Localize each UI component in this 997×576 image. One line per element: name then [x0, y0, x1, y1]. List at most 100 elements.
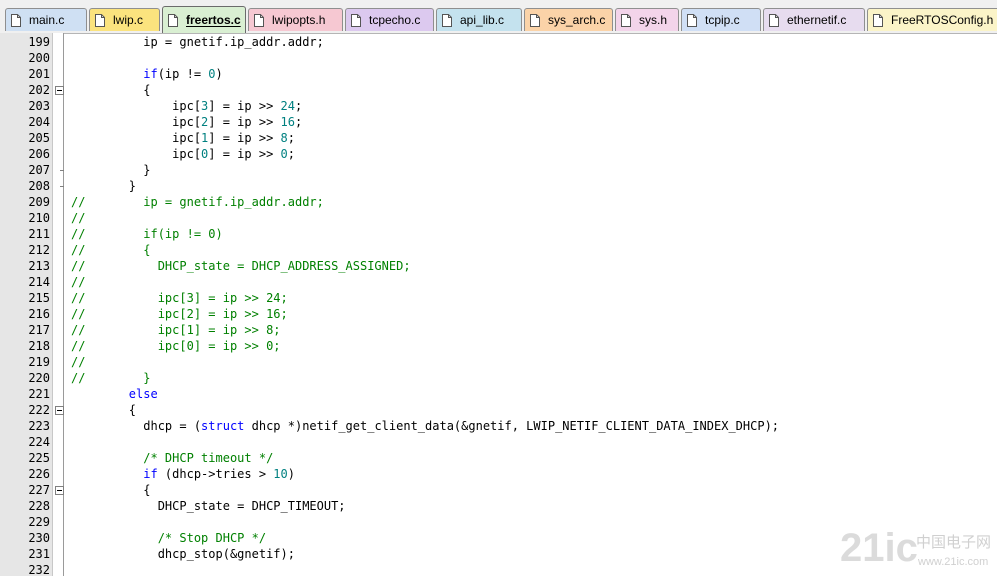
- tab-sys-arch-c[interactable]: sys_arch.c: [524, 8, 613, 31]
- code-line[interactable]: ipc[0] = ip >> 0;: [71, 146, 295, 162]
- line-number: 208: [28, 179, 50, 193]
- code-token: ] = ip >>: [208, 115, 281, 129]
- line-number: 199: [28, 35, 50, 49]
- h-file-icon: [254, 13, 264, 27]
- code-line[interactable]: // ipc[0] = ip >> 0;: [71, 338, 281, 354]
- code-line[interactable]: // DHCP_state = DHCP_ADDRESS_ASSIGNED;: [71, 258, 411, 274]
- code-line[interactable]: ipc[1] = ip >> 8;: [71, 130, 295, 146]
- code-token: {: [71, 83, 151, 97]
- c-file-icon: [530, 13, 540, 27]
- fold-end-marker: [60, 186, 64, 187]
- line-number: 210: [28, 211, 50, 225]
- code-token: dhcp_stop(&gnetif);: [71, 547, 295, 561]
- line-number: 232: [28, 563, 50, 576]
- code-token: dhcp *)netif_get_client_data(&gnetif, LW…: [244, 419, 780, 433]
- code-token: ip = gnetif.ip_addr.addr;: [71, 35, 324, 49]
- code-token: DHCP_state = DHCP_TIMEOUT;: [71, 499, 346, 513]
- tab-label: freertos.c: [186, 13, 241, 27]
- code-token: }: [71, 179, 137, 193]
- number-token: 0: [208, 67, 216, 81]
- code-line[interactable]: ipc[2] = ip >> 16;: [71, 114, 302, 130]
- code-token: ipc[: [71, 147, 202, 161]
- line-number: 217: [28, 323, 50, 337]
- code-token: ] = ip >>: [208, 131, 281, 145]
- code-token: ipc[: [71, 131, 202, 145]
- tab-label: FreeRTOSConfig.h: [891, 13, 994, 27]
- line-number: 207: [28, 163, 50, 177]
- code-line[interactable]: }: [71, 178, 136, 194]
- code-line[interactable]: /* Stop DHCP */: [71, 530, 266, 546]
- line-number: 214: [28, 275, 50, 289]
- line-number: 204: [28, 115, 50, 129]
- tab-tcpecho-c[interactable]: tcpecho.c: [345, 8, 434, 31]
- code-line[interactable]: else: [71, 386, 158, 402]
- code-line[interactable]: if (dhcp->tries > 10): [71, 466, 295, 482]
- code-line[interactable]: // ip = gnetif.ip_addr.addr;: [71, 194, 324, 210]
- line-number: 229: [28, 515, 50, 529]
- code-line[interactable]: if(ip != 0): [71, 66, 223, 82]
- tab-tcpip-c[interactable]: tcpip.c: [681, 8, 761, 31]
- code-line[interactable]: // {: [71, 242, 150, 258]
- code-token: ipc[: [71, 99, 202, 113]
- code-line[interactable]: {: [71, 402, 136, 418]
- code-token: ] = ip >>: [208, 99, 281, 113]
- comment-token: /* Stop DHCP */: [157, 531, 267, 545]
- tab-freertos-c[interactable]: freertos.c: [162, 6, 246, 33]
- keyword-token: if: [143, 67, 158, 81]
- tab-label: sys.h: [639, 13, 668, 27]
- code-line[interactable]: // }: [71, 370, 150, 386]
- code-line[interactable]: // if(ip != 0): [71, 226, 223, 242]
- comment-token: // {: [71, 243, 151, 257]
- code-token: ): [287, 467, 295, 481]
- code-line[interactable]: DHCP_state = DHCP_TIMEOUT;: [71, 498, 346, 514]
- code-token: {: [71, 483, 151, 497]
- line-number: 211: [28, 227, 50, 241]
- tab-main-c[interactable]: main.c: [5, 8, 87, 31]
- tab-lwipopts-h[interactable]: lwipopts.h: [248, 8, 343, 31]
- tab-ethernetif-c[interactable]: ethernetif.c: [763, 8, 865, 31]
- collapse-fold-icon[interactable]: [55, 86, 64, 95]
- code-token: ;: [287, 131, 295, 145]
- code-token: ] = ip >>: [208, 147, 281, 161]
- line-number: 212: [28, 243, 50, 257]
- line-number: 206: [28, 147, 50, 161]
- collapse-fold-icon[interactable]: [55, 486, 64, 495]
- code-token: ): [215, 67, 223, 81]
- collapse-fold-icon[interactable]: [55, 406, 64, 415]
- code-line[interactable]: // ipc[3] = ip >> 24;: [71, 290, 288, 306]
- code-line[interactable]: // ipc[1] = ip >> 8;: [71, 322, 281, 338]
- comment-token: // ipc[1] = ip >> 8;: [71, 323, 281, 337]
- tab-label: api_lib.c: [460, 13, 505, 27]
- code-line[interactable]: ipc[3] = ip >> 24;: [71, 98, 302, 114]
- code-editor[interactable]: 199 ip = gnetif.ip_addr.addr; 200 201 if(i…: [0, 33, 997, 576]
- code-token: ;: [287, 147, 295, 161]
- h-file-icon: [873, 13, 883, 27]
- comment-token: //: [71, 211, 86, 225]
- code-line[interactable]: /* DHCP timeout */: [71, 450, 273, 466]
- comment-token: // DHCP_state = DHCP_ADDRESS_ASSIGNED;: [71, 259, 411, 273]
- code-line[interactable]: //: [71, 354, 85, 370]
- code-line[interactable]: dhcp_stop(&gnetif);: [71, 546, 295, 562]
- tab-api-lib-c[interactable]: api_lib.c: [436, 8, 522, 31]
- fold-end-marker: [60, 170, 64, 171]
- code-line[interactable]: //: [71, 274, 85, 290]
- code-line[interactable]: {: [71, 82, 150, 98]
- line-number: 225: [28, 451, 50, 465]
- keyword-token: else: [128, 387, 158, 401]
- tab-freertosconfig-h[interactable]: FreeRTOSConfig.h: [867, 8, 997, 31]
- tab-sys-h[interactable]: sys.h: [615, 8, 679, 31]
- code-line[interactable]: }: [71, 162, 150, 178]
- code-line[interactable]: dhcp = (struct dhcp *)netif_get_client_d…: [71, 418, 779, 434]
- code-line[interactable]: {: [71, 482, 150, 498]
- c-file-icon: [11, 13, 21, 27]
- tab-lwip-c[interactable]: lwip.c: [89, 8, 160, 31]
- line-number: 218: [28, 339, 50, 353]
- code-line[interactable]: //: [71, 210, 85, 226]
- c-file-icon: [687, 13, 697, 27]
- code-line[interactable]: ip = gnetif.ip_addr.addr;: [71, 34, 324, 50]
- line-number: 213: [28, 259, 50, 273]
- code-line[interactable]: // ipc[2] = ip >> 16;: [71, 306, 288, 322]
